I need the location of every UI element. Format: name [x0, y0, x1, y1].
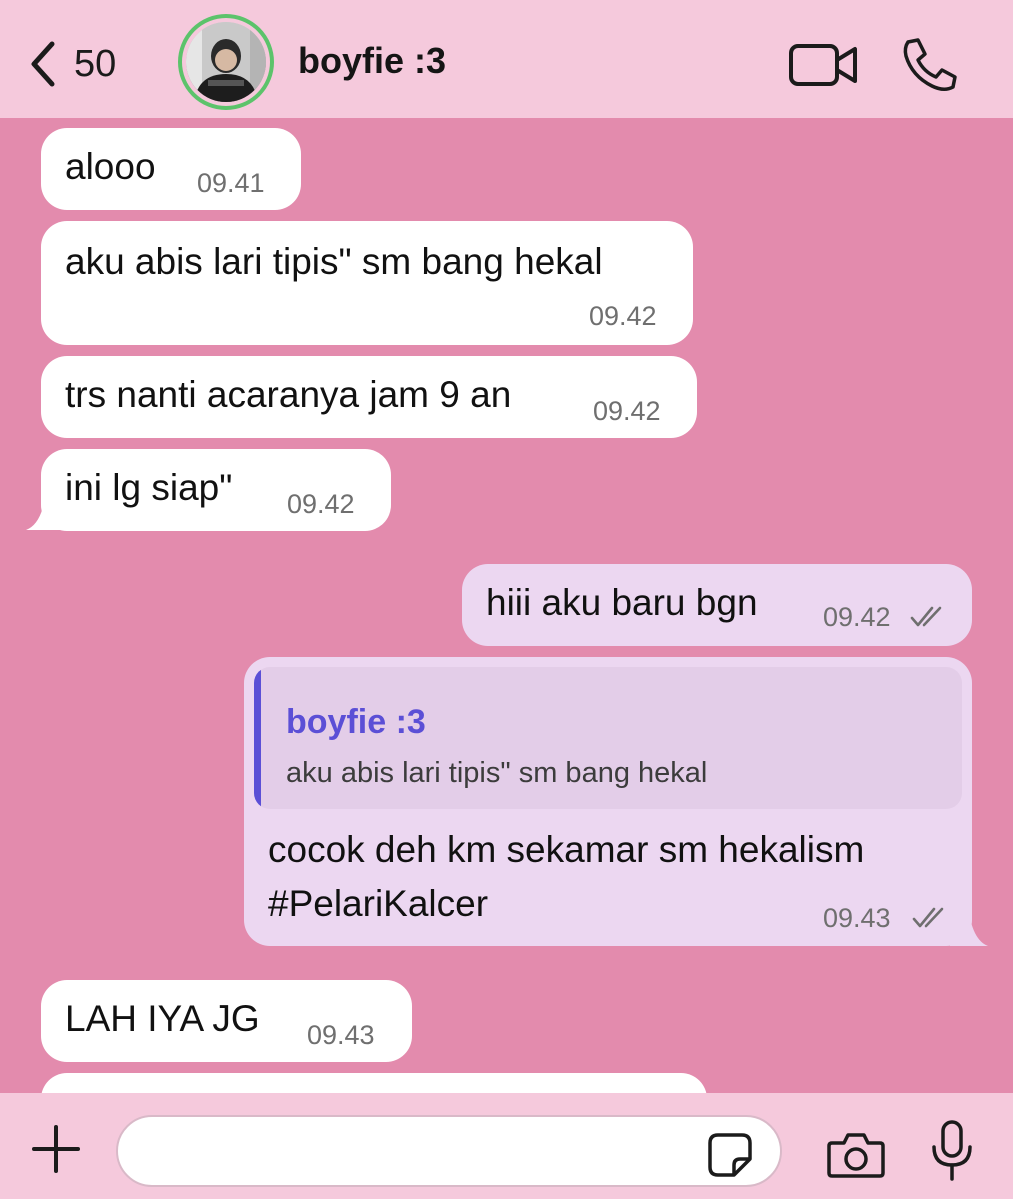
microphone-button[interactable]	[930, 1119, 974, 1183]
message-bubble-outgoing[interactable]: hiii aku baru bgn 09.42	[462, 564, 972, 646]
phone-icon	[903, 38, 957, 91]
quoted-sender-name: boyfie :3	[286, 703, 426, 741]
message-input-container[interactable]	[116, 1115, 782, 1187]
sticker-button[interactable]	[706, 1131, 754, 1179]
plus-icon	[32, 1125, 80, 1173]
chevron-left-icon	[31, 41, 55, 87]
unread-count: 50	[74, 42, 117, 85]
message-bubble-incoming[interactable]: aku abis lari tipis" sm bang hekal 09.42	[41, 221, 693, 345]
message-time: 09.41	[197, 168, 265, 198]
message-text-line: #PelariKalcer	[268, 883, 489, 924]
contact-name[interactable]: boyfie :3	[298, 40, 446, 82]
message-text: trs nanti acaranya jam 9 an	[65, 374, 512, 415]
message-time: 09.42	[823, 602, 891, 632]
double-check-icon	[912, 907, 944, 928]
voice-call-button[interactable]	[900, 36, 960, 94]
video-camera-icon	[789, 44, 857, 86]
double-check-icon	[910, 606, 942, 627]
quoted-message[interactable]: boyfie :3 aku abis lari tipis" sm bang h…	[254, 667, 962, 809]
message-bubble-incoming[interactable]: LAH IYA JG 09.43	[41, 980, 412, 1062]
sticker-icon	[708, 1133, 752, 1177]
message-text: LAH IYA JG	[65, 998, 260, 1039]
microphone-icon	[932, 1120, 972, 1181]
message-text: ini lg siap"	[65, 467, 233, 508]
message-time: 09.42	[589, 301, 657, 331]
message-time: 09.42	[593, 396, 661, 426]
camera-button[interactable]	[826, 1129, 886, 1181]
message-time: 09.43	[823, 903, 891, 933]
message-time: 09.43	[307, 1020, 375, 1050]
avatar[interactable]	[178, 14, 274, 110]
quote-accent-bar	[254, 667, 261, 809]
back-button[interactable]: 50	[28, 38, 138, 90]
message-bubble-outgoing-reply[interactable]: boyfie :3 aku abis lari tipis" sm bang h…	[244, 657, 972, 946]
quoted-text: aku abis lari tipis" sm bang hekal	[286, 757, 708, 789]
message-bubble-incoming[interactable]: trs nanti acaranya jam 9 an 09.42	[41, 356, 697, 438]
video-call-button[interactable]	[788, 40, 860, 90]
message-text: alooo	[65, 146, 156, 187]
chat-header: 50 boyfie :3	[0, 0, 1013, 118]
message-text-line: cocok deh km sekamar sm hekalism	[268, 829, 865, 870]
message-text: hiii aku baru bgn	[486, 582, 758, 623]
message-text: aku abis lari tipis" sm bang hekal	[65, 241, 603, 282]
message-bubble-incoming[interactable]: ini lg siap" 09.42	[41, 449, 391, 531]
message-time: 09.42	[287, 489, 355, 519]
attach-button[interactable]	[30, 1123, 82, 1175]
avatar-photo	[186, 22, 266, 102]
message-input[interactable]	[142, 1129, 702, 1175]
composer-bar	[0, 1093, 1013, 1199]
camera-icon	[827, 1133, 885, 1178]
message-bubble-incoming[interactable]: alooo 09.41	[41, 128, 301, 210]
